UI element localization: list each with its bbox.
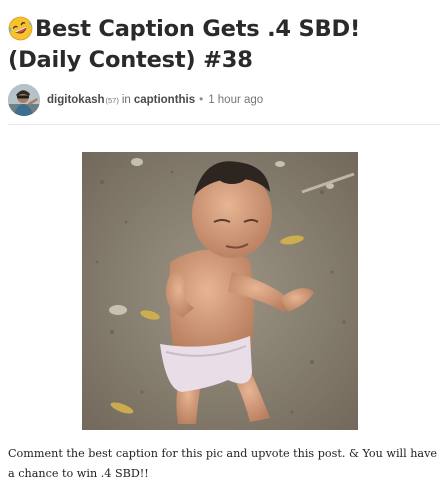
author-reputation: (57)	[105, 96, 119, 105]
post-page: Best Caption Gets .4 SBD! (Daily Contest…	[0, 0, 447, 489]
post-byline: digitokash (57) in captionthis • 1 hour …	[8, 84, 263, 116]
avatar[interactable]	[8, 84, 40, 116]
post-title-text: Best Caption Gets .4 SBD! (Daily Contest…	[8, 16, 361, 73]
divider	[8, 124, 440, 125]
post-image[interactable]	[82, 152, 358, 430]
meta-separator: •	[199, 94, 204, 106]
post-body: Comment the best caption for this pic an…	[8, 447, 438, 480]
post-timestamp[interactable]: 1 hour ago	[208, 94, 263, 106]
in-label: in	[121, 94, 131, 106]
rolling-on-floor-laughing-emoji-icon	[8, 16, 33, 41]
community-link[interactable]: captionthis	[134, 94, 195, 106]
author-link[interactable]: digitokash	[47, 94, 105, 106]
post-meta: digitokash (57) in captionthis • 1 hour …	[47, 94, 263, 106]
post-title[interactable]: Best Caption Gets .4 SBD! (Daily Contest…	[8, 14, 438, 76]
